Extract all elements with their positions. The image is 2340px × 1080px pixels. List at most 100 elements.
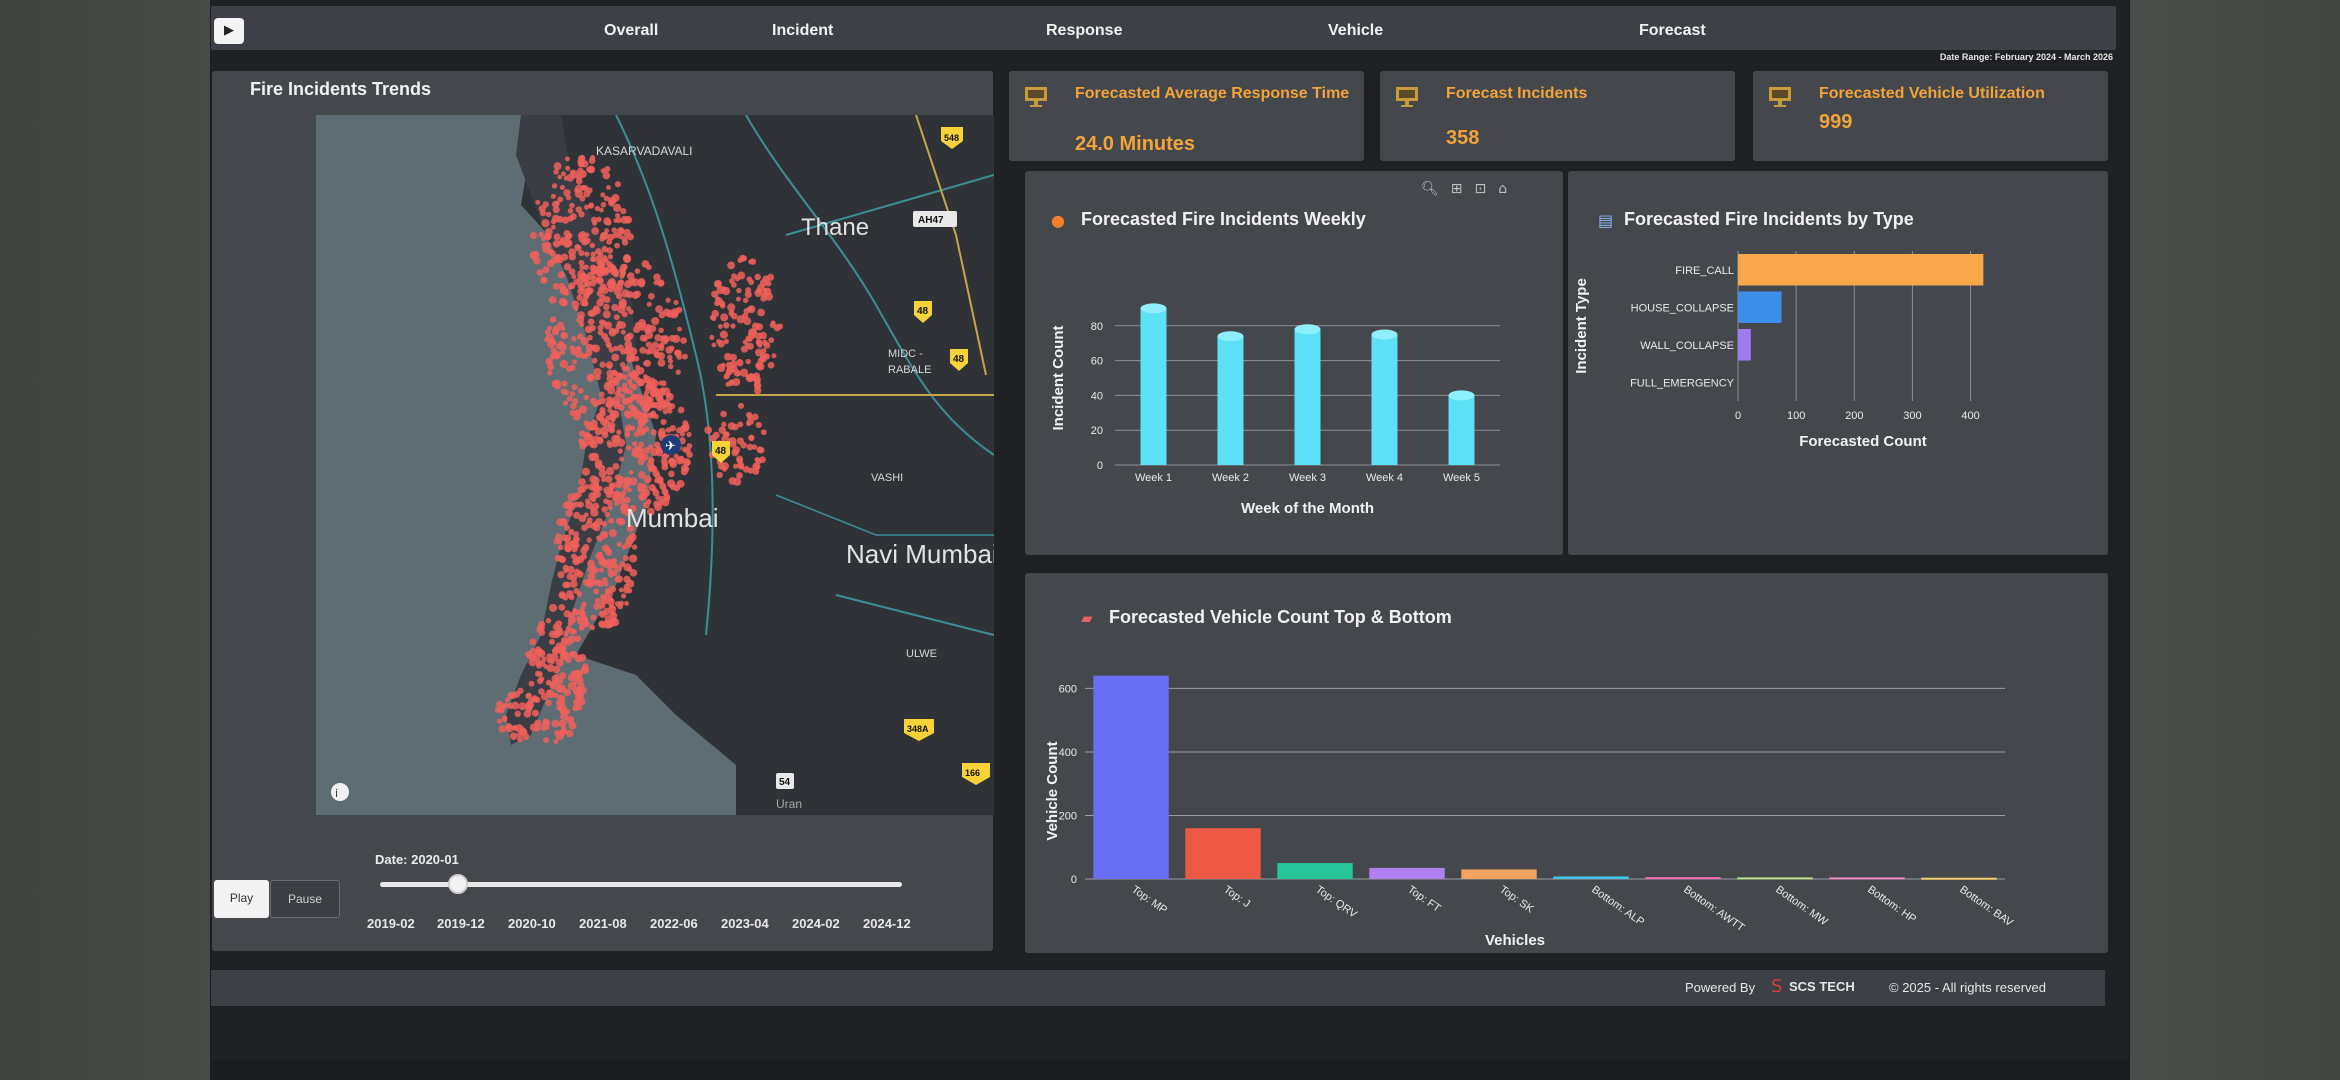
incident-dot bbox=[565, 234, 571, 240]
incident-dot bbox=[719, 300, 726, 307]
incident-dot bbox=[572, 530, 580, 538]
incident-dot bbox=[600, 320, 607, 327]
x-tick-label: Week 3 bbox=[1289, 472, 1326, 484]
incident-dot bbox=[637, 278, 646, 287]
date-slider-handle[interactable] bbox=[448, 874, 469, 894]
incident-dot bbox=[568, 530, 574, 536]
nav-item-incident[interactable]: Incident bbox=[772, 22, 833, 40]
date-range-label: Date Range: February 2024 - March 2026 bbox=[1939, 52, 2113, 62]
incident-dot bbox=[589, 624, 596, 631]
incident-dot bbox=[557, 271, 565, 279]
weekly-bar-chart[interactable]: 0 20 40 60 80 Week 1 Week 2 Week 3 Week 4 Week 5 W… bbox=[1025, 231, 1563, 555]
nav-item-forecast[interactable]: Forecast bbox=[1639, 22, 1706, 40]
incident-dot bbox=[570, 650, 578, 659]
incident-dot bbox=[613, 314, 620, 321]
incident-dot bbox=[625, 536, 635, 545]
incident-dot bbox=[551, 352, 558, 359]
vehicle-bar bbox=[1553, 876, 1629, 879]
incident-dot bbox=[538, 629, 546, 636]
incident-dot bbox=[590, 563, 596, 569]
incident-dot bbox=[517, 687, 524, 694]
y-tick-label: 40 bbox=[1091, 390, 1103, 402]
incident-dot bbox=[747, 414, 753, 420]
incident-dot bbox=[589, 256, 596, 263]
incident-dot bbox=[601, 431, 609, 439]
analytics-icon bbox=[1396, 87, 1418, 107]
incident-dot bbox=[564, 629, 570, 635]
incident-dot bbox=[633, 451, 641, 458]
incident-dot bbox=[560, 518, 566, 525]
incident-dot bbox=[639, 412, 648, 421]
incident-dot bbox=[681, 353, 688, 360]
incident-dot bbox=[519, 728, 528, 737]
incident-dot bbox=[743, 307, 750, 315]
incident-dot bbox=[602, 171, 611, 180]
incident-dot bbox=[661, 460, 669, 467]
incident-dot bbox=[615, 575, 623, 583]
incident-dot bbox=[598, 397, 606, 405]
pause-button[interactable]: Pause bbox=[270, 880, 340, 918]
incident-dot bbox=[583, 353, 589, 359]
incident-dot bbox=[731, 282, 737, 288]
screen-backdrop: ▶ Overall Incident Response Vehicle Fore… bbox=[0, 0, 2340, 1080]
incident-dot bbox=[572, 412, 581, 421]
nav-item-vehicle[interactable]: Vehicle bbox=[1328, 22, 1383, 40]
incident-dot bbox=[569, 202, 575, 209]
vehicle-bar bbox=[1921, 877, 1997, 880]
map-info-icon[interactable]: i bbox=[331, 783, 349, 801]
incident-dot bbox=[511, 724, 518, 731]
incident-dot bbox=[622, 263, 628, 270]
incident-dot bbox=[763, 341, 771, 349]
incident-dot bbox=[716, 471, 723, 479]
type-bar-chart[interactable]: 0 100 200 300 400 FIRE_CALL HOUSE_COLLAPSE WALL… bbox=[1568, 231, 2108, 555]
incident-dot bbox=[533, 257, 541, 265]
incident-dot bbox=[551, 183, 558, 189]
fire-incident-map[interactable]: KASARVADAVALI Thane Mumbai Navi Mumbai M… bbox=[316, 115, 994, 815]
svg-text:AH47: AH47 bbox=[918, 215, 944, 226]
zoom-icon[interactable]: 🔍︎ bbox=[1421, 181, 1439, 197]
incident-dot bbox=[607, 383, 613, 389]
box-select-icon[interactable]: ⊡ bbox=[1475, 181, 1487, 197]
incident-dot bbox=[569, 345, 576, 352]
incident-dot bbox=[669, 424, 677, 432]
incident-dot bbox=[529, 647, 537, 656]
incident-dot bbox=[732, 477, 742, 486]
incident-dot bbox=[628, 309, 634, 315]
incident-dot bbox=[573, 501, 580, 508]
incident-dot bbox=[546, 664, 555, 673]
incident-dot bbox=[745, 358, 751, 365]
incident-dot bbox=[723, 352, 732, 361]
incident-dot bbox=[534, 670, 541, 677]
incident-dot bbox=[553, 162, 562, 171]
weekly-bar bbox=[1448, 395, 1475, 465]
x-tick-label: Bottom: AWTT bbox=[1681, 884, 1746, 935]
y-tick-label: HOUSE_COLLAPSE bbox=[1631, 302, 1734, 314]
map-label-midc: MIDC - bbox=[888, 348, 923, 360]
incident-dot bbox=[592, 344, 601, 353]
incident-dot bbox=[651, 316, 660, 326]
incident-dot bbox=[563, 389, 570, 396]
nav-item-response[interactable]: Response bbox=[1046, 22, 1122, 40]
incident-dot bbox=[596, 216, 602, 223]
incident-dot bbox=[648, 292, 655, 300]
pan-icon[interactable]: ⊞ bbox=[1451, 181, 1463, 197]
nav-item-overall[interactable]: Overall bbox=[604, 22, 658, 40]
incident-dot bbox=[634, 268, 641, 274]
incident-dot bbox=[589, 242, 596, 249]
y-tick-label: FIRE_CALL bbox=[1675, 265, 1734, 277]
vehicle-bar bbox=[1461, 869, 1537, 879]
incident-dot bbox=[637, 378, 646, 387]
incident-dot bbox=[757, 308, 765, 317]
incident-dot bbox=[599, 361, 606, 368]
incident-dot bbox=[620, 593, 627, 599]
incident-dot bbox=[628, 554, 638, 563]
play-button[interactable]: Play bbox=[214, 880, 269, 918]
incident-dot bbox=[565, 165, 571, 171]
incident-dot bbox=[602, 310, 611, 319]
sidebar-toggle-button[interactable]: ▶ bbox=[214, 18, 244, 44]
reset-icon[interactable]: ⌂ bbox=[1498, 181, 1507, 197]
x-tick-label: Week 4 bbox=[1366, 472, 1403, 484]
incident-dot bbox=[563, 175, 569, 181]
vehicle-bar-chart[interactable]: 0 200 400 600 Top: MP Top: J Top: QRV Top: FT To… bbox=[1025, 633, 2108, 953]
incident-dot bbox=[597, 286, 604, 293]
